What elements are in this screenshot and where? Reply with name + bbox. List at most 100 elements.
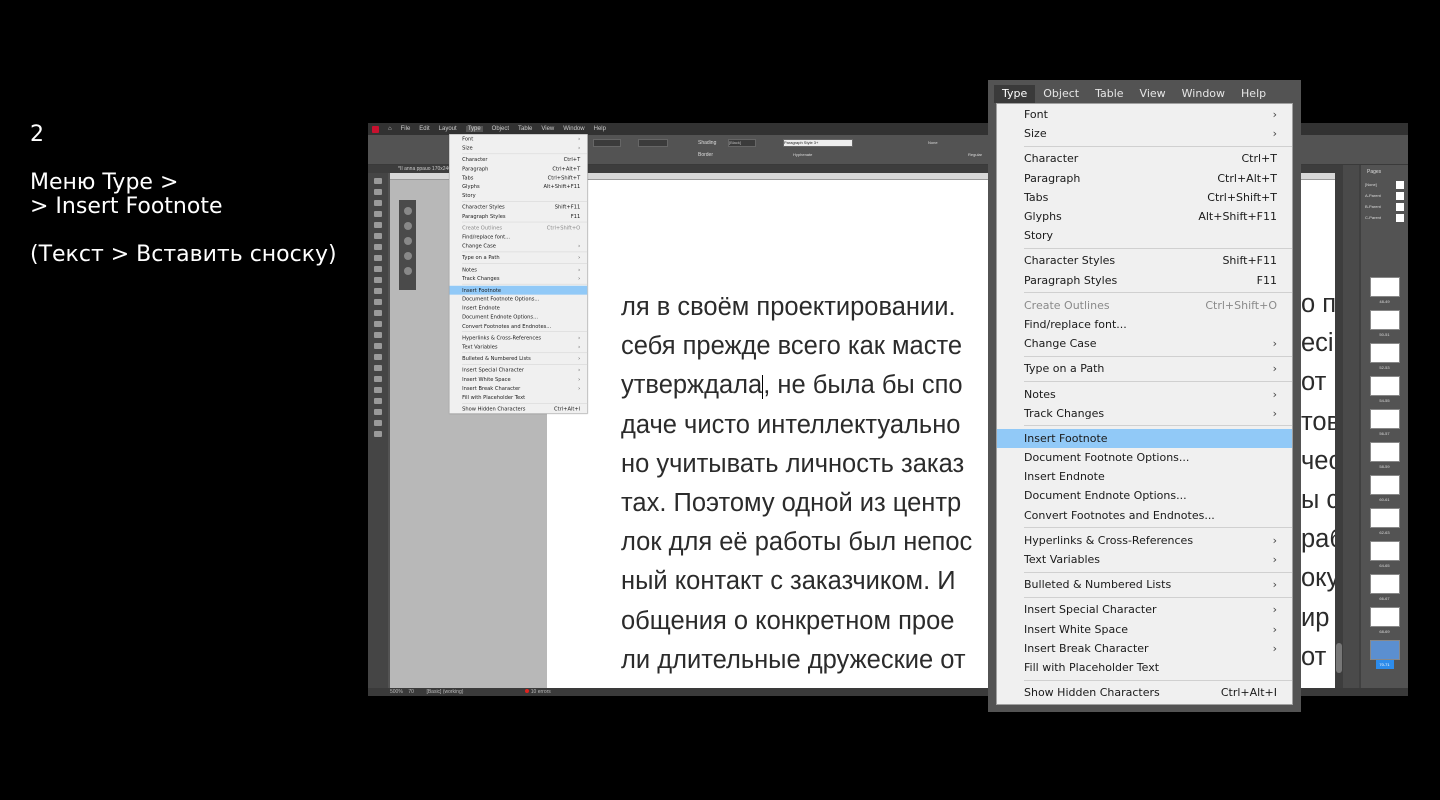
spread-label[interactable]: 58-59 [1361, 462, 1408, 471]
small-menu-item-notes[interactable]: Notes › [449, 265, 587, 274]
small-menu-item-insert-endnote[interactable]: Insert Endnote [449, 304, 587, 313]
menubar-type[interactable]: Type [465, 126, 483, 132]
menu-item-fill-with-placeholder-text[interactable]: Fill with Placeholder Text [997, 658, 1292, 677]
spread-label[interactable]: 66-67 [1361, 594, 1408, 603]
menubar-type[interactable]: Type [994, 85, 1036, 103]
small-menu-item-document-endnote-options[interactable]: Document Endnote Options... [449, 313, 587, 322]
small-menu-item-insert-special-character[interactable]: Insert Special Character › [449, 366, 587, 375]
menubar-view[interactable]: View [541, 126, 554, 132]
spread-label[interactable]: 62-63 [1361, 528, 1408, 537]
spread-thumbnail[interactable] [1369, 310, 1400, 330]
small-menu-item-character-styles[interactable]: Character Styles Shift+F11 [449, 203, 587, 212]
menu-item-show-hidden-characters[interactable]: Show Hidden Characters Ctrl+Alt+I [997, 683, 1292, 702]
menu-item-document-endnote-options[interactable]: Document Endnote Options... [997, 486, 1292, 505]
spread-label[interactable]: 56-57 [1361, 429, 1408, 438]
document-text[interactable]: ля в своём проектировании. себя прежде вс… [621, 288, 972, 688]
spread-thumbnail[interactable] [1369, 442, 1400, 462]
spread-label[interactable]: 48-49 [1361, 297, 1408, 306]
small-menu-item-size[interactable]: Size › [449, 143, 587, 152]
parent-page[interactable]: B-Parent [1361, 201, 1408, 212]
menubar-window[interactable]: Window [1174, 85, 1233, 103]
spread-thumbnail[interactable] [1369, 277, 1400, 297]
small-menu-item-fill-with-placeholder-text[interactable]: Fill with Placeholder Text [449, 393, 587, 402]
spread-thumbnail[interactable] [1369, 640, 1400, 660]
menu-item-font[interactable]: Font › [997, 105, 1292, 124]
none-select[interactable]: None [928, 140, 938, 145]
spread-thumbnail[interactable] [1369, 607, 1400, 627]
small-menu-item-change-case[interactable]: Change Case › [449, 241, 587, 250]
mm-field[interactable] [593, 139, 621, 147]
small-menu-item-bulleted-numbered-lists[interactable]: Bulleted & Numbered Lists › [449, 354, 587, 363]
font-style-select[interactable]: Regular [968, 152, 982, 157]
menu-item-story[interactable]: Story [997, 226, 1292, 245]
menubar-edit[interactable]: Edit [419, 126, 429, 132]
small-menu-item-paragraph-styles[interactable]: Paragraph Styles F11 [449, 212, 587, 221]
page-number-field[interactable]: 70 [408, 689, 414, 695]
menu-item-document-footnote-options[interactable]: Document Footnote Options... [997, 448, 1292, 467]
menu-item-character-styles[interactable]: Character Styles Shift+F11 [997, 251, 1292, 270]
menubar-window[interactable]: Window [563, 126, 584, 132]
preflight-profile[interactable]: [Basic] (working) [426, 689, 463, 695]
menu-item-insert-footnote[interactable]: Insert Footnote [997, 428, 1292, 448]
spread-label[interactable]: 60-61 [1361, 495, 1408, 504]
small-menu-item-hyperlinks-cross-references[interactable]: Hyperlinks & Cross-References › [449, 333, 587, 342]
small-menu-item-glyphs[interactable]: Glyphs Alt+Shift+F11 [449, 182, 587, 191]
parent-page[interactable]: [None] [1361, 179, 1408, 190]
spread-thumbnail[interactable] [1369, 376, 1400, 396]
menubar-help[interactable]: Help [594, 126, 606, 132]
preflight-errors[interactable]: 10 errors [531, 689, 551, 695]
menu-item-insert-white-space[interactable]: Insert White Space › [997, 620, 1292, 639]
shading-label[interactable]: Shading [698, 140, 716, 146]
menu-item-notes[interactable]: Notes › [997, 384, 1292, 403]
menu-item-insert-break-character[interactable]: Insert Break Character › [997, 639, 1292, 658]
menubar-help[interactable]: Help [1233, 85, 1274, 103]
spread-label[interactable]: 54-55 [1361, 396, 1408, 405]
small-menu-item-convert-footnotes-and-endnotes[interactable]: Convert Footnotes and Endnotes... [449, 322, 587, 331]
menubar-table[interactable]: Table [518, 126, 532, 132]
small-menu-item-track-changes[interactable]: Track Changes › [449, 274, 587, 283]
spread-thumbnail[interactable] [1369, 409, 1400, 429]
menu-item-insert-special-character[interactable]: Insert Special Character › [997, 600, 1292, 619]
border-label[interactable]: Border [698, 152, 713, 158]
parent-page[interactable]: C-Parent [1361, 212, 1408, 223]
menu-item-find-replace-font[interactable]: Find/replace font... [997, 315, 1292, 334]
small-menu-item-document-footnote-options[interactable]: Document Footnote Options... [449, 295, 587, 304]
menubar-object[interactable]: Object [492, 126, 509, 132]
vertical-scrollbar[interactable] [1335, 173, 1343, 688]
menubar-object[interactable]: Object [1035, 85, 1087, 103]
spread-thumbnail[interactable] [1369, 475, 1400, 495]
small-menu-item-tabs[interactable]: Tabs Ctrl+Shift+T [449, 173, 587, 182]
hyphenate-checkbox[interactable]: Hyphenate [793, 152, 812, 157]
spread-label[interactable]: 50-51 [1361, 330, 1408, 339]
menu-item-hyperlinks-cross-references[interactable]: Hyperlinks & Cross-References › [997, 531, 1292, 550]
spread-thumbnail[interactable] [1369, 508, 1400, 528]
menu-item-type-on-a-path[interactable]: Type on a Path › [997, 359, 1292, 378]
menu-item-tabs[interactable]: Tabs Ctrl+Shift+T [997, 188, 1292, 207]
menu-item-change-case[interactable]: Change Case › [997, 334, 1292, 353]
small-menu-item-text-variables[interactable]: Text Variables › [449, 342, 587, 351]
menubar-view[interactable]: View [1132, 85, 1174, 103]
spread-thumbnail[interactable] [1369, 574, 1400, 594]
pages-panel-title[interactable]: Pages [1361, 165, 1408, 179]
menubar-table[interactable]: Table [1087, 85, 1131, 103]
menu-item-text-variables[interactable]: Text Variables › [997, 550, 1292, 569]
menu-item-size[interactable]: Size › [997, 124, 1292, 143]
menu-item-paragraph-styles[interactable]: Paragraph Styles F11 [997, 271, 1292, 290]
spread-label[interactable]: 64-65 [1361, 561, 1408, 570]
menu-item-paragraph[interactable]: Paragraph Ctrl+Alt+T [997, 169, 1292, 188]
menu-item-character[interactable]: Character Ctrl+T [997, 149, 1292, 168]
small-menu-item-insert-break-character[interactable]: Insert Break Character › [449, 384, 587, 393]
small-menu-item-show-hidden-characters[interactable]: Show Hidden Characters Ctrl+Alt+I [449, 404, 587, 413]
small-menu-item-font[interactable]: Font › [449, 134, 587, 143]
menu-item-convert-footnotes-and-endnotes[interactable]: Convert Footnotes and Endnotes... [997, 506, 1292, 525]
spread-label[interactable]: 52-53 [1361, 363, 1408, 372]
small-menu-item-paragraph[interactable]: Paragraph Ctrl+Alt+T [449, 164, 587, 173]
shading-swatch[interactable]: [Black] [728, 139, 756, 147]
small-menu-item-insert-footnote[interactable]: Insert Footnote [449, 285, 588, 295]
parent-page[interactable]: A-Parent [1361, 190, 1408, 201]
small-menu-item-story[interactable]: Story [449, 191, 587, 200]
spread-label[interactable]: 70-71 [1375, 660, 1394, 669]
menu-item-insert-endnote[interactable]: Insert Endnote [997, 467, 1292, 486]
menubar-layout[interactable]: Layout [439, 126, 457, 132]
menu-item-track-changes[interactable]: Track Changes › [997, 404, 1292, 423]
